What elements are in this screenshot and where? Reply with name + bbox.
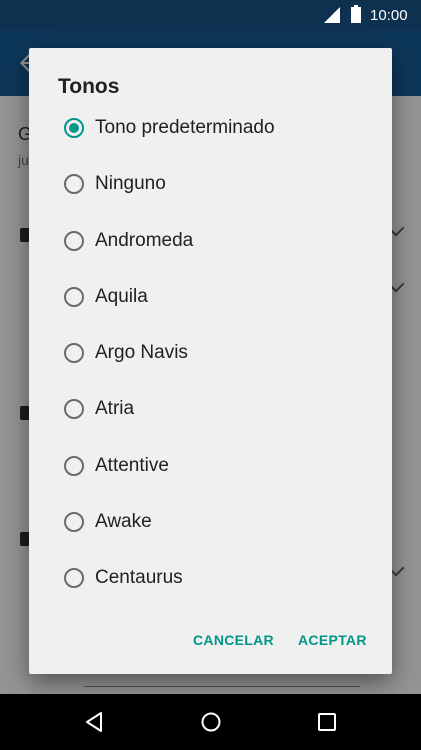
ringtone-option-label: Awake [95, 510, 152, 532]
ringtone-option-label: Attentive [95, 454, 169, 476]
dialog-title: Tonos [58, 75, 120, 98]
radio-unselected-icon[interactable] [64, 511, 84, 532]
navigation-bar [0, 694, 421, 750]
ringtone-option[interactable]: Awake [29, 496, 392, 552]
ringtone-option-label: Tono predeterminado [95, 117, 275, 138]
radio-unselected-icon[interactable] [64, 399, 84, 420]
ringtone-option-label: Centaurus [95, 567, 183, 588]
ringtone-option-label: Andromeda [95, 229, 194, 251]
signal-icon [324, 7, 340, 23]
accept-button[interactable]: ACEPTAR [298, 624, 367, 656]
ringtone-option[interactable]: Centaurus [29, 552, 392, 608]
ringtone-option[interactable]: Ninguno [29, 158, 392, 214]
ringtone-option[interactable]: Argo Navis [29, 327, 392, 383]
radio-unselected-icon[interactable] [64, 174, 84, 195]
ringtone-option-label: Ninguno [95, 173, 166, 195]
ringtone-list: Tono predeterminado Ninguno Andromeda Aq… [29, 102, 392, 608]
cancel-button[interactable]: CANCELAR [193, 624, 274, 656]
radio-unselected-icon[interactable] [64, 568, 84, 588]
ringtone-option-label: Atria [95, 398, 135, 420]
recents-icon[interactable] [317, 711, 337, 733]
home-icon[interactable] [200, 711, 222, 733]
radio-unselected-icon[interactable] [64, 230, 84, 251]
ringtone-option[interactable]: Tono predeterminado [29, 102, 392, 158]
ringtone-option[interactable]: Attentive [29, 440, 392, 496]
ringtone-option[interactable]: Atria [29, 383, 392, 439]
ringtone-dialog: Tonos Tono predeterminado Ninguno Androm… [29, 48, 392, 674]
back-icon[interactable] [84, 711, 104, 733]
radio-unselected-icon[interactable] [64, 455, 84, 476]
status-time: 10:00 [370, 7, 408, 24]
ringtone-option-label: Aquila [95, 285, 148, 307]
dialog-actions: CANCELAR ACEPTAR [29, 624, 392, 656]
radio-unselected-icon[interactable] [64, 343, 84, 363]
ringtone-option[interactable]: Andromeda [29, 215, 392, 271]
ringtone-option-label: Argo Navis [95, 342, 188, 363]
radio-unselected-icon[interactable] [64, 286, 84, 307]
status-bar: 10:00 [0, 0, 421, 30]
radio-selected-icon[interactable] [64, 118, 84, 138]
battery-icon [351, 5, 361, 23]
ringtone-option[interactable]: Aquila [29, 271, 392, 327]
